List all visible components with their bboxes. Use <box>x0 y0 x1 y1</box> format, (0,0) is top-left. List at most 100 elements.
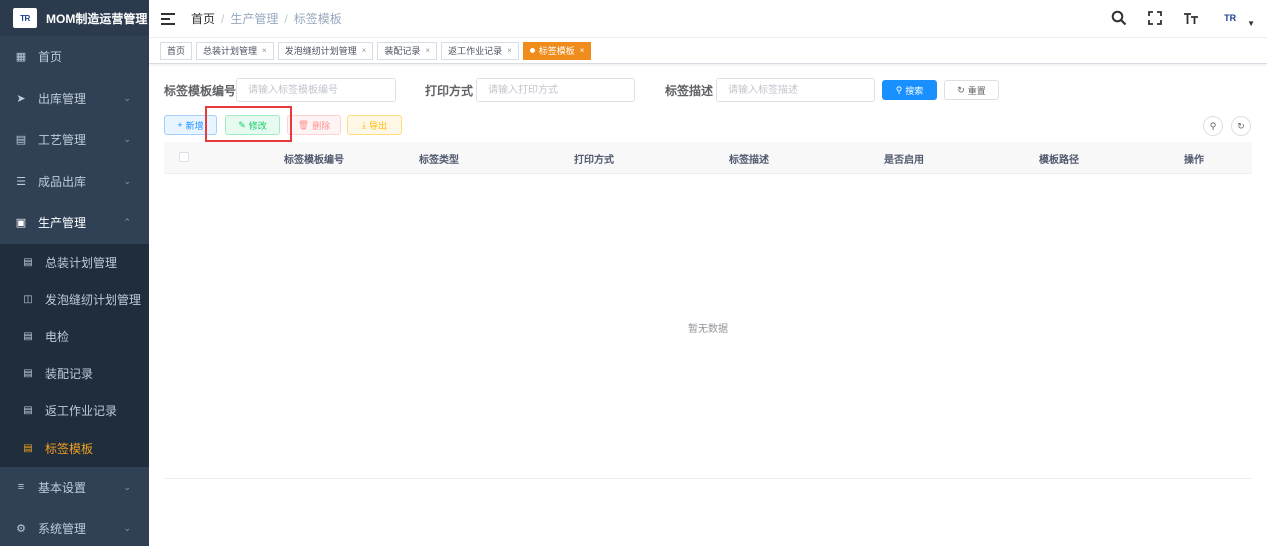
refresh-icon: ↻ <box>957 84 965 95</box>
main-content: 标签模板编号 打印方式 标签描述 ⚲搜索 ↻重置 +新增 ✎修改 🗑删除 ⤓导出 <box>149 64 1267 546</box>
description-input[interactable] <box>716 78 875 102</box>
sidebar: TR MOM制造运营管理 ▦ 首页 ➤ 出库管理 ⌄ ▤ 工艺管理 ⌄ ☰ 成品… <box>0 0 149 546</box>
close-icon[interactable]: × <box>580 46 585 55</box>
sidebar-item-production[interactable]: ▣ 生产管理 ⌃ <box>0 202 149 244</box>
production-icon: ▣ <box>15 217 27 230</box>
fullscreen-icon[interactable] <box>1145 8 1165 28</box>
navbar-right: TR ▼ <box>1109 8 1255 28</box>
craft-icon: ▤ <box>15 134 27 147</box>
search-icon[interactable] <box>1109 8 1129 28</box>
sidebar-subitem-label: 装配记录 <box>45 367 94 382</box>
sidebar-subitem-rework-record[interactable]: ▤ 返工作业记录 <box>0 392 149 429</box>
breadcrumb-level1: 生产管理 <box>230 12 279 26</box>
column-header: 标签模板编号 <box>284 155 344 166</box>
table-icon: ▤ <box>23 405 33 417</box>
search-icon: ⚲ <box>1209 120 1217 131</box>
sidebar-item-outbound[interactable]: ➤ 出库管理 ⌄ <box>0 78 149 120</box>
sidebar-subitem-foam-sewing-plan[interactable]: ◫ 发泡缝纫计划管理 <box>0 281 149 318</box>
delete-button-label: 删除 <box>312 120 331 131</box>
chevron-down-icon: ⌄ <box>123 134 131 145</box>
search-button-label: 搜索 <box>905 85 924 96</box>
reset-button-label: 重置 <box>967 85 986 96</box>
active-dot-icon <box>529 48 535 53</box>
sidebar-subitem-label: 发泡缝纫计划管理 <box>45 292 142 307</box>
close-icon[interactable]: × <box>425 46 430 55</box>
sidebar-subitem-label: 总装计划管理 <box>45 255 118 270</box>
search-button[interactable]: ⚲ 搜索 <box>882 80 937 100</box>
highlight-box <box>205 106 292 142</box>
delete-button[interactable]: 🗑 删除 <box>287 115 341 135</box>
refresh-button[interactable]: ↻ <box>1231 116 1251 136</box>
breadcrumb: 首页 / 生产管理 / 标签模板 <box>191 10 342 27</box>
sidebar-subitem-label-template[interactable]: ▤ 标签模板 <box>0 429 149 466</box>
sidebar-item-finished-outbound[interactable]: ☰ 成品出库 ⌄ <box>0 161 149 203</box>
brand-title: MOM制造运营管理 <box>46 11 148 26</box>
tag-label: 标签模板 <box>538 46 575 56</box>
breadcrumb-separator: / <box>284 11 288 26</box>
settings-sliders-icon: ≡ <box>17 481 25 494</box>
sidebar-item-label: 工艺管理 <box>38 133 87 148</box>
chevron-down-icon: ⌄ <box>123 92 131 103</box>
sidebar-subitem-electrical-check[interactable]: ▤ 电检 <box>0 318 149 355</box>
sidebar-subitem-label: 电检 <box>45 329 70 344</box>
chevron-up-icon: ⌃ <box>123 217 131 228</box>
description-label: 标签描述 <box>665 84 714 98</box>
caret-down-icon[interactable]: ▼ <box>1247 19 1255 28</box>
sidebar-item-basic-settings[interactable]: ≡ 基本设置 ⌄ <box>0 467 149 509</box>
tag-label: 发泡缝纫计划管理 <box>284 46 357 56</box>
chevron-down-icon: ⌄ <box>123 175 131 186</box>
table-icon: ▤ <box>23 368 33 380</box>
sidebar-item-home[interactable]: ▦ 首页 <box>0 36 149 78</box>
hamburger-icon[interactable] <box>161 12 175 25</box>
column-header: 操作 <box>1184 155 1204 166</box>
avatar-text: TR <box>1224 13 1237 23</box>
brand[interactable]: TR MOM制造运营管理 <box>0 0 149 36</box>
navbar: 首页 / 生产管理 / 标签模板 TR ▼ <box>149 0 1267 38</box>
sidebar-item-label: 成品出库 <box>38 174 87 189</box>
reset-button[interactable]: ↻ 重置 <box>944 80 999 100</box>
tag-foam-sewing-plan[interactable]: 发泡缝纫计划管理 × <box>277 41 374 60</box>
export-button[interactable]: ⤓ 导出 <box>347 115 402 135</box>
close-icon[interactable]: × <box>262 46 267 55</box>
sidebar-item-label: 首页 <box>38 50 63 65</box>
sidebar-subitem-assembly-record[interactable]: ▤ 装配记录 <box>0 355 149 392</box>
brand-logo-text: TR <box>20 13 30 23</box>
table-icon: ▤ <box>23 330 33 342</box>
avatar[interactable]: TR <box>1217 8 1243 28</box>
close-icon[interactable]: × <box>507 46 512 55</box>
tag-label: 返工作业记录 <box>448 46 503 56</box>
search-icon: ⚲ <box>895 84 903 95</box>
print-method-label: 打印方式 <box>425 84 474 98</box>
breadcrumb-level2: 标签模板 <box>293 12 342 26</box>
close-icon[interactable]: × <box>362 46 367 55</box>
sidebar-item-system[interactable]: ⚙ 系统管理 ⌄ <box>0 508 149 546</box>
print-method-input[interactable] <box>476 78 635 102</box>
tag-assembly-record[interactable]: 装配记录 × <box>377 41 438 60</box>
breadcrumb-home[interactable]: 首页 <box>191 10 215 27</box>
tag-label: 首页 <box>167 46 186 56</box>
column-header: 标签描述 <box>729 155 769 166</box>
tag-home[interactable]: 首页 <box>160 41 193 60</box>
book-icon: ◫ <box>23 293 33 305</box>
font-size-icon[interactable] <box>1181 8 1201 28</box>
tag-label-template[interactable]: 标签模板 × <box>522 41 592 60</box>
tag-rework-record[interactable]: 返工作业记录 × <box>441 41 519 60</box>
code-input[interactable] <box>236 78 396 102</box>
trash-icon: 🗑 <box>297 119 310 130</box>
sidebar-subitem-label: 返工作业记录 <box>45 404 118 419</box>
sidebar-item-label: 系统管理 <box>38 522 87 537</box>
toggle-search-button[interactable]: ⚲ <box>1203 116 1223 136</box>
sidebar-item-craft[interactable]: ▤ 工艺管理 ⌄ <box>0 119 149 161</box>
tag-assembly-plan[interactable]: 总装计划管理 × <box>196 41 274 60</box>
sidebar-item-label: 基本设置 <box>38 480 87 495</box>
brand-logo: TR <box>13 8 37 28</box>
list-icon: ☰ <box>16 175 26 188</box>
column-header: 标签类型 <box>419 155 459 166</box>
code-label: 标签模板编号 <box>164 84 237 98</box>
export-button-label: 导出 <box>368 120 387 131</box>
sidebar-subitem-assembly-plan[interactable]: ▤ 总装计划管理 <box>0 244 149 281</box>
select-all-checkbox[interactable] <box>179 152 189 162</box>
gear-icon: ⚙ <box>16 523 26 536</box>
column-header: 是否启用 <box>884 155 924 166</box>
production-submenu: ▤ 总装计划管理 ◫ 发泡缝纫计划管理 ▤ 电检 ▤ 装配记录 ▤ 返工作业记录… <box>0 243 149 467</box>
